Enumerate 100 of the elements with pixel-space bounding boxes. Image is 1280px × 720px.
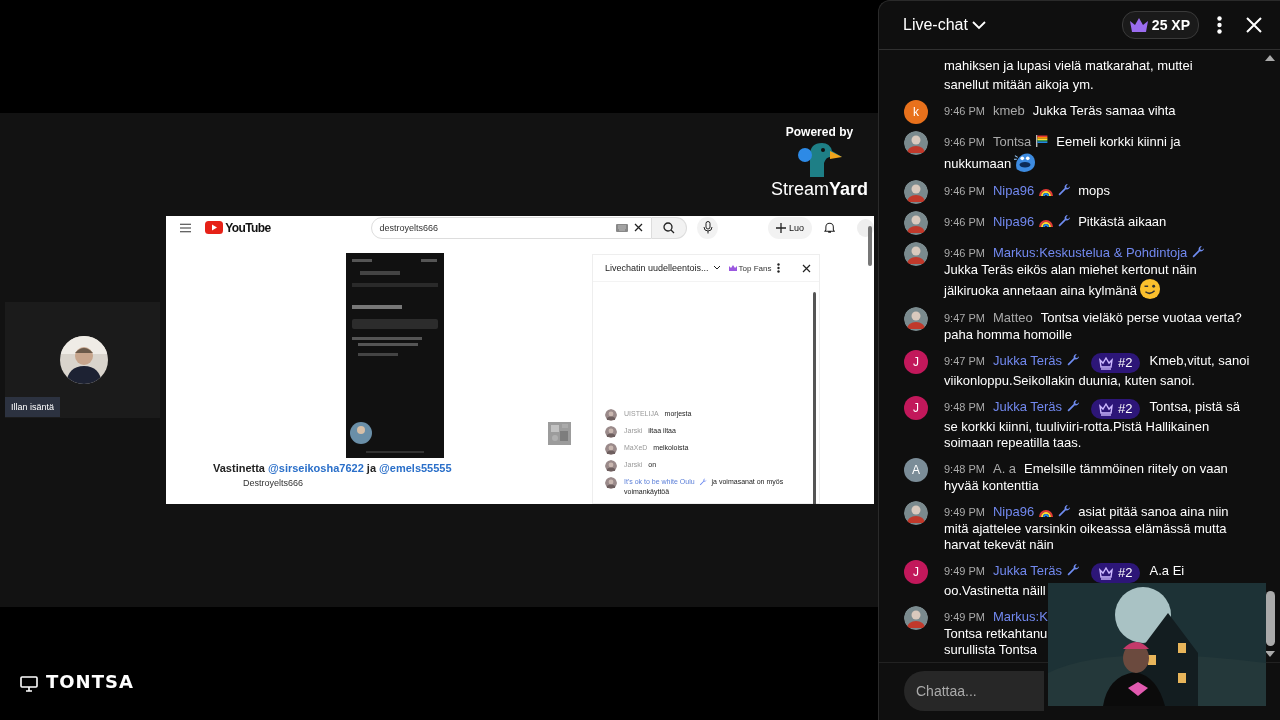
wrench-icon — [1057, 214, 1072, 228]
timestamp: 9:47 PM — [944, 355, 985, 367]
crown-icon — [1098, 356, 1115, 370]
scrollbar-thumb[interactable] — [868, 226, 872, 266]
message-text: harvat tekevät näin — [944, 537, 1054, 552]
mention-link[interactable]: @sirseikosha7622 — [268, 462, 364, 474]
monitor-icon — [20, 676, 38, 692]
author-name[interactable]: A. a — [992, 461, 1017, 476]
timestamp: 9:46 PM — [944, 247, 985, 259]
message-text: soimaan repeatilla taas. — [944, 435, 1082, 450]
user-avatar — [904, 242, 928, 266]
message-text: Kmeb,vitut, sanoi — [1149, 353, 1250, 368]
chat-title[interactable]: Live-chat — [903, 16, 968, 34]
message-text: asiat pitää sanoa aina niin — [1078, 504, 1229, 519]
user-avatar — [605, 426, 617, 438]
message-text: oo.Vastinetta näill — [944, 583, 1046, 598]
user-avatar — [904, 501, 928, 525]
user-avatar — [904, 606, 928, 630]
crown-icon — [728, 265, 737, 271]
user-avatar — [605, 443, 617, 455]
xp-badge[interactable]: 25 XP — [1121, 11, 1199, 39]
author-name[interactable]: Markus:Keskustelua & Pohdintoja — [992, 245, 1188, 260]
create-button[interactable]: Luo — [767, 216, 812, 239]
crown-icon — [1098, 566, 1115, 580]
author-name[interactable]: Jukka Teräs — [992, 353, 1063, 368]
author-name[interactable]: kmeb — [992, 103, 1025, 118]
message-text: Tontsa retkahtanu — [944, 626, 1048, 641]
user-avatar: J — [904, 560, 928, 584]
wrench-icon — [1066, 353, 1081, 367]
more-icon[interactable] — [777, 263, 780, 273]
more-icon[interactable] — [1217, 16, 1222, 34]
mic-button[interactable] — [697, 216, 718, 239]
crown-icon — [1128, 17, 1149, 33]
timestamp: 9:46 PM — [944, 136, 985, 148]
user-avatar — [904, 211, 928, 235]
author-name[interactable]: Markus:K — [992, 609, 1048, 624]
timestamp: 9:49 PM — [944, 565, 985, 577]
rank-number: #2 — [1118, 564, 1133, 582]
message-text: mahiksen ja lupasi vielä matkarahat, muttei — [944, 58, 1193, 73]
menu-icon[interactable] — [180, 222, 192, 233]
blob-emoji — [1013, 151, 1038, 173]
presenter-name: TONTSA — [46, 671, 134, 692]
message-text: jälkiruoka annetaan aina kylmänä — [944, 283, 1137, 298]
message-text: sanellut mitään aikoja ym. — [944, 77, 1094, 92]
search-icon — [663, 221, 676, 234]
timestamp: 9:49 PM — [944, 506, 985, 518]
message-text: mitä ajattelee varsinkin oikeassa elämässä mutta — [944, 521, 1227, 536]
user-avatar: A — [904, 458, 928, 482]
clear-icon[interactable] — [633, 223, 643, 232]
chat-title[interactable]: Livechatin uudelleentois... — [605, 263, 709, 273]
user-avatar: J — [904, 350, 928, 374]
plus-icon — [775, 222, 786, 233]
keyboard-icon[interactable] — [615, 223, 628, 232]
timestamp: 9:47 PM — [944, 312, 985, 324]
mention-link[interactable]: @emels55555 — [379, 462, 452, 474]
scroll-down-arrow[interactable] — [1265, 651, 1275, 657]
rank-number: #2 — [1118, 400, 1133, 418]
logo-text[interactable]: YouTube — [225, 220, 271, 235]
scrollbar-thumb[interactable] — [813, 292, 816, 504]
user-avatar — [904, 180, 928, 204]
top-fans-label[interactable]: Top Fans — [728, 263, 772, 273]
search-button[interactable] — [651, 216, 688, 239]
message-text: Eemeli korkki kiinni ja — [1056, 134, 1181, 149]
message-text: Emelsille tämmöinen riitely on vaan — [1024, 461, 1228, 476]
message-text: A.a Ei — [1149, 563, 1185, 578]
scrollbar-thumb[interactable] — [1266, 591, 1275, 646]
message-text: mops — [1078, 183, 1110, 198]
author-name[interactable]: Nipa96 — [992, 214, 1035, 229]
message-text: Tontsa, pistä sä — [1149, 399, 1240, 414]
message-text: se korkki kiinni, tuuliviiri-rotta.Pistä Hallikainen — [944, 419, 1210, 434]
wrench-icon — [1057, 504, 1072, 518]
search-field[interactable]: destroyelts666 — [370, 216, 652, 239]
author-name[interactable]: Tontsa — [992, 134, 1032, 149]
message-text: paha homma homoille — [944, 327, 1072, 342]
timestamp: 9:46 PM — [944, 185, 985, 197]
chat-input[interactable]: Chattaa... — [904, 671, 1044, 711]
bell-icon[interactable] — [824, 221, 836, 234]
author-name[interactable]: Matteo — [992, 310, 1033, 325]
author-name[interactable]: Jukka Teräs — [992, 399, 1063, 414]
video-title: Vastinetta @sirseikosha7622 ja @emels55555 — [213, 462, 453, 474]
user-avatar — [605, 460, 617, 472]
wrench-icon — [698, 478, 707, 486]
message-text: surullista Tontsa — [944, 642, 1037, 657]
timestamp: 9:46 PM — [944, 105, 985, 117]
wink-emoji — [1138, 278, 1161, 300]
user-avatar — [904, 307, 928, 331]
close-icon[interactable] — [802, 263, 811, 273]
message-text: Pitkästä aikaan — [1078, 214, 1167, 229]
author-name[interactable]: Jukka Teräs — [992, 563, 1063, 578]
user-avatar: k — [904, 100, 928, 124]
chevron-icon[interactable] — [712, 265, 721, 271]
author-name[interactable]: Nipa96 — [992, 504, 1035, 519]
author-name[interactable]: Nipa96 — [992, 183, 1035, 198]
user-avatar — [904, 131, 928, 155]
timestamp: 9:48 PM — [944, 401, 985, 413]
channel-name[interactable]: Destroyelts666 — [243, 478, 583, 488]
rank-number: #2 — [1118, 354, 1133, 372]
wrench-icon — [1066, 399, 1081, 413]
scroll-up-arrow[interactable] — [1265, 55, 1275, 61]
message-text: hyvää kontenttia — [944, 478, 1039, 493]
